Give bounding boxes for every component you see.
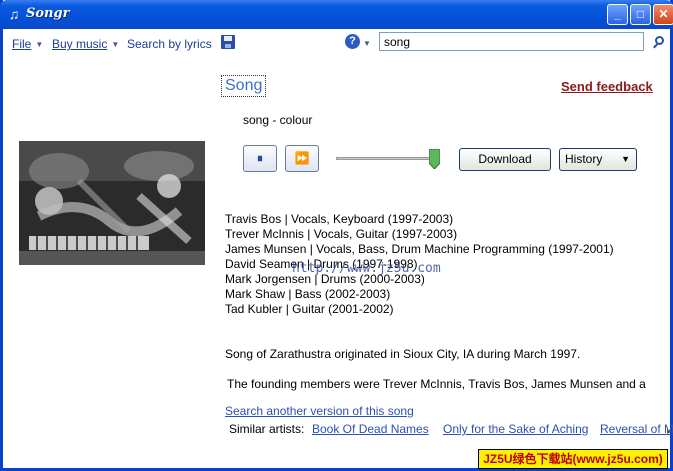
slider-thumb[interactable]: [429, 149, 440, 169]
similar-artist-link[interactable]: Reversal of M: [600, 422, 673, 436]
music-note-icon: ♫: [8, 6, 20, 22]
menu-buy-music[interactable]: Buy music ▼: [52, 37, 119, 51]
download-button[interactable]: Download: [459, 148, 551, 171]
tab-song[interactable]: Song: [221, 75, 267, 97]
pause-icon: ⏸: [256, 151, 263, 165]
history-dropdown[interactable]: History ▼: [559, 148, 637, 171]
menu-buy-music-label: Buy music: [52, 37, 108, 51]
menu-search-by-lyrics[interactable]: Search by lyrics: [127, 37, 212, 51]
list-item: James Munsen | Vocals, Bass, Drum Machin…: [225, 242, 614, 256]
bio-line-1: Song of Zarathustra originated in Sioux …: [225, 347, 581, 361]
similar-artist-link[interactable]: Only for the Sake of Aching: [443, 422, 588, 436]
progress-slider-track[interactable]: [336, 157, 440, 160]
menu-file-label: File: [12, 37, 32, 51]
chevron-down-icon[interactable]: ▼: [363, 39, 371, 48]
pause-button[interactable]: ⏸: [243, 145, 277, 172]
window-title: Songr: [26, 6, 70, 21]
list-item: Tad Kubler | Guitar (2001-2002): [225, 302, 394, 316]
song-title: song - colour: [243, 113, 313, 127]
search-another-version-link[interactable]: Search another version of this song: [225, 404, 414, 418]
save-icon[interactable]: [221, 35, 235, 49]
fast-forward-button[interactable]: ⏩: [285, 145, 319, 172]
close-button[interactable]: ✕: [653, 4, 673, 25]
chevron-down-icon: ▼: [621, 154, 630, 164]
list-item: Trever McInnis | Vocals, Guitar (1997-20…: [225, 227, 458, 241]
help-icon[interactable]: ?: [345, 34, 360, 49]
title-bar[interactable]: ♫ Songr _ □ ✕: [0, 0, 673, 29]
bio-line-2: The founding members were Trever McInnis…: [227, 377, 646, 391]
maximize-button[interactable]: □: [630, 4, 651, 25]
chevron-down-icon: ▼: [35, 40, 44, 49]
history-dropdown-label: History: [565, 152, 603, 166]
search-icon[interactable]: [655, 36, 664, 45]
menu-file[interactable]: File ▼: [12, 37, 43, 51]
maximize-icon: □: [636, 7, 645, 21]
close-icon: ✕: [658, 7, 669, 21]
send-feedback-link[interactable]: Send feedback: [561, 79, 653, 94]
similar-artist-link[interactable]: Book Of Dead Names: [312, 422, 429, 436]
minimize-icon: _: [614, 7, 621, 21]
app-window: ♫ Songr _ □ ✕ File ▼ Buy music ▼ Search by…: [0, 0, 673, 471]
similar-artists-label: Similar artists:: [229, 422, 305, 436]
minimize-button[interactable]: _: [607, 4, 628, 25]
site-watermark-banner: JZ5U绿色下载站(www.jz5u.com): [478, 449, 668, 469]
search-input[interactable]: [379, 32, 644, 51]
scroll-right-icon[interactable]: ▸: [667, 426, 672, 437]
chevron-down-icon: ▼: [111, 40, 120, 49]
fast-forward-icon: ⏩: [294, 151, 310, 165]
watermark-text: http://www.jz5u.com: [292, 261, 441, 276]
album-art-image: [19, 141, 205, 265]
menu-search-by-lyrics-label: Search by lyrics: [127, 37, 212, 51]
list-item: Travis Bos | Vocals, Keyboard (1997-2003…: [225, 212, 454, 226]
list-item: Mark Shaw | Bass (2002-2003): [225, 287, 391, 301]
